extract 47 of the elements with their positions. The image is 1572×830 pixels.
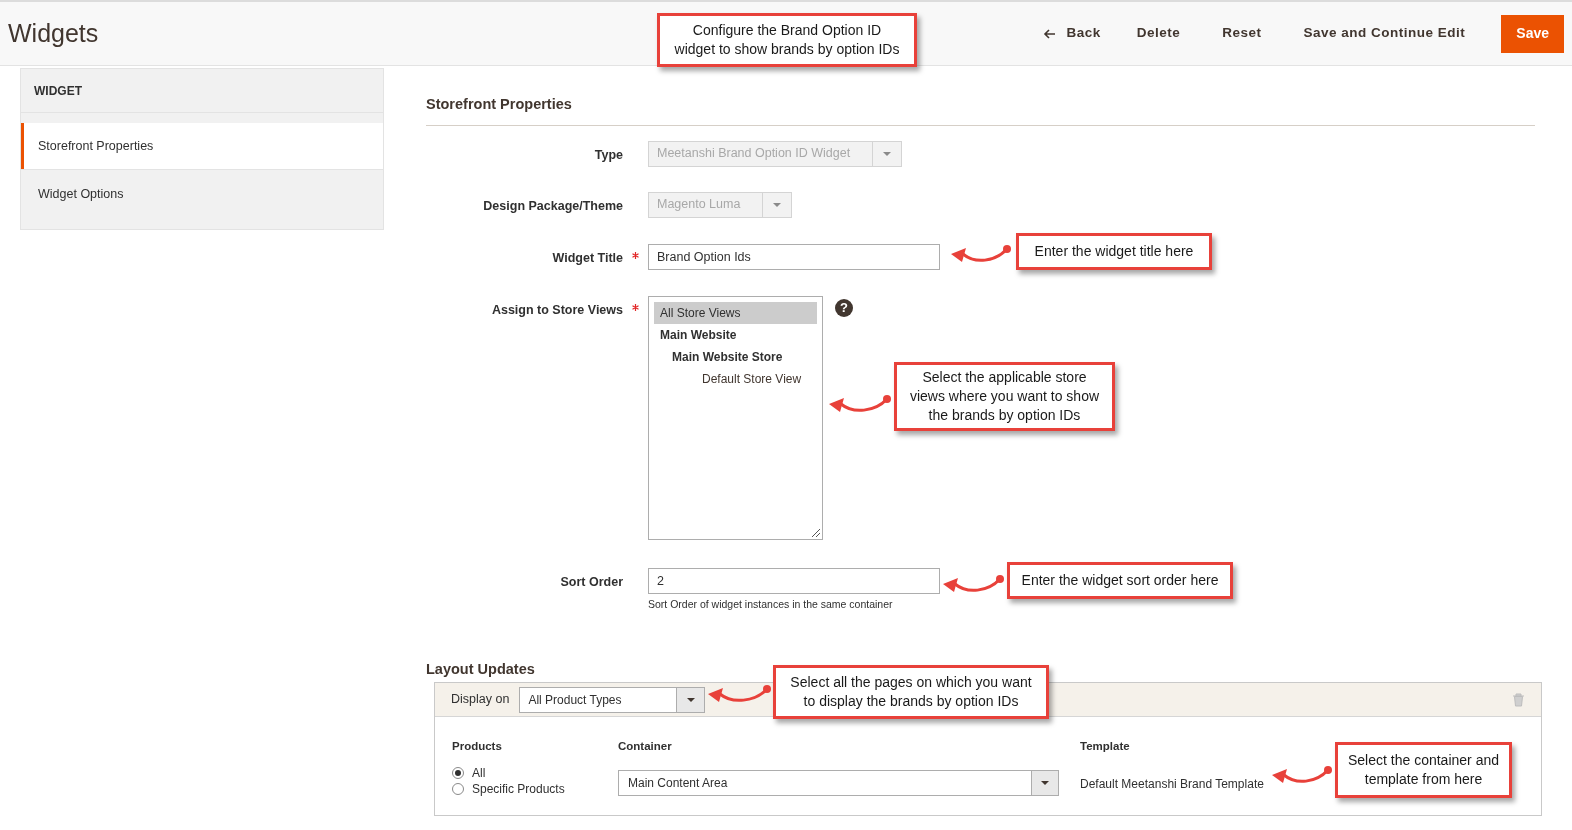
field-note: Sort Order of widget instances in the same container — [648, 596, 894, 612]
save-button[interactable]: Save — [1501, 14, 1564, 53]
action-button[interactable]: Delete — [1118, 14, 1199, 53]
trash-icon — [1512, 692, 1525, 707]
select-field[interactable]: Main Content Area — [618, 769, 1059, 796]
caret-icon — [686, 697, 695, 702]
page-title: Widgets — [8, 17, 99, 49]
sidebar-tab[interactable]: Storefront Properties — [21, 123, 383, 169]
field-label: Type — [593, 146, 623, 164]
caret-icon — [1041, 780, 1049, 785]
radio-option[interactable]: Specific Products — [452, 780, 618, 797]
sidebar-tab[interactable]: Widget Options — [21, 169, 383, 219]
help-icon[interactable]: ? — [835, 298, 853, 317]
field-label: Products — [452, 739, 503, 755]
store-view-option[interactable]: Main Website — [654, 323, 817, 346]
callout-note: Select all the pages on which you want to display the brands by option IDs — [773, 665, 1049, 719]
field-label: Container — [618, 739, 673, 755]
store-view-option[interactable]: Main Website Store — [654, 345, 817, 368]
arrow-left-icon — [1043, 27, 1057, 40]
select-field[interactable]: All Product Types — [519, 686, 706, 713]
callout-note: Enter the widget title here — [1016, 233, 1212, 270]
callout-note: Select the container and template from here — [1335, 742, 1512, 798]
callout-note: Configure the Brand Option ID widget to show brands by option IDs — [657, 13, 917, 67]
template-name: Default Meetanshi Brand Template — [1080, 775, 1264, 793]
caret-icon — [773, 202, 782, 207]
field-label: Design Package/Theme — [482, 197, 623, 215]
callout-note: Enter the widget sort order here — [1007, 562, 1233, 599]
caret-icon — [883, 151, 892, 156]
back-button[interactable]: Back — [1031, 14, 1113, 53]
field-label: Display on — [451, 691, 510, 709]
store-view-option[interactable]: Default Store View — [654, 367, 817, 390]
input-field[interactable]: Brand Option Ids — [648, 243, 940, 270]
section-title: Layout Updates — [426, 659, 535, 679]
sidebar-heading: WIDGET — [21, 69, 383, 113]
radio-option[interactable]: All — [452, 764, 618, 781]
resize-handle-icon — [811, 527, 821, 538]
field-label: Sort Order — [559, 573, 623, 591]
section-title: Storefront Properties — [426, 94, 1535, 126]
field-label: Template — [1080, 739, 1131, 755]
store-views-list[interactable]: All Store Views Main Website Main Website Store Default Store View — [648, 295, 823, 540]
action-button[interactable]: Reset — [1204, 14, 1280, 53]
callout-note: Select the applicable store views where you want to show the brands by option IDs — [894, 362, 1115, 431]
field-label: Assign to Store Views — [490, 301, 623, 319]
action-button[interactable]: Save and Continue Edit — [1285, 14, 1484, 53]
store-view-option[interactable]: All Store Views — [654, 301, 817, 324]
field-label: Widget Title — [551, 249, 623, 267]
input-field[interactable]: 2 — [648, 567, 940, 594]
